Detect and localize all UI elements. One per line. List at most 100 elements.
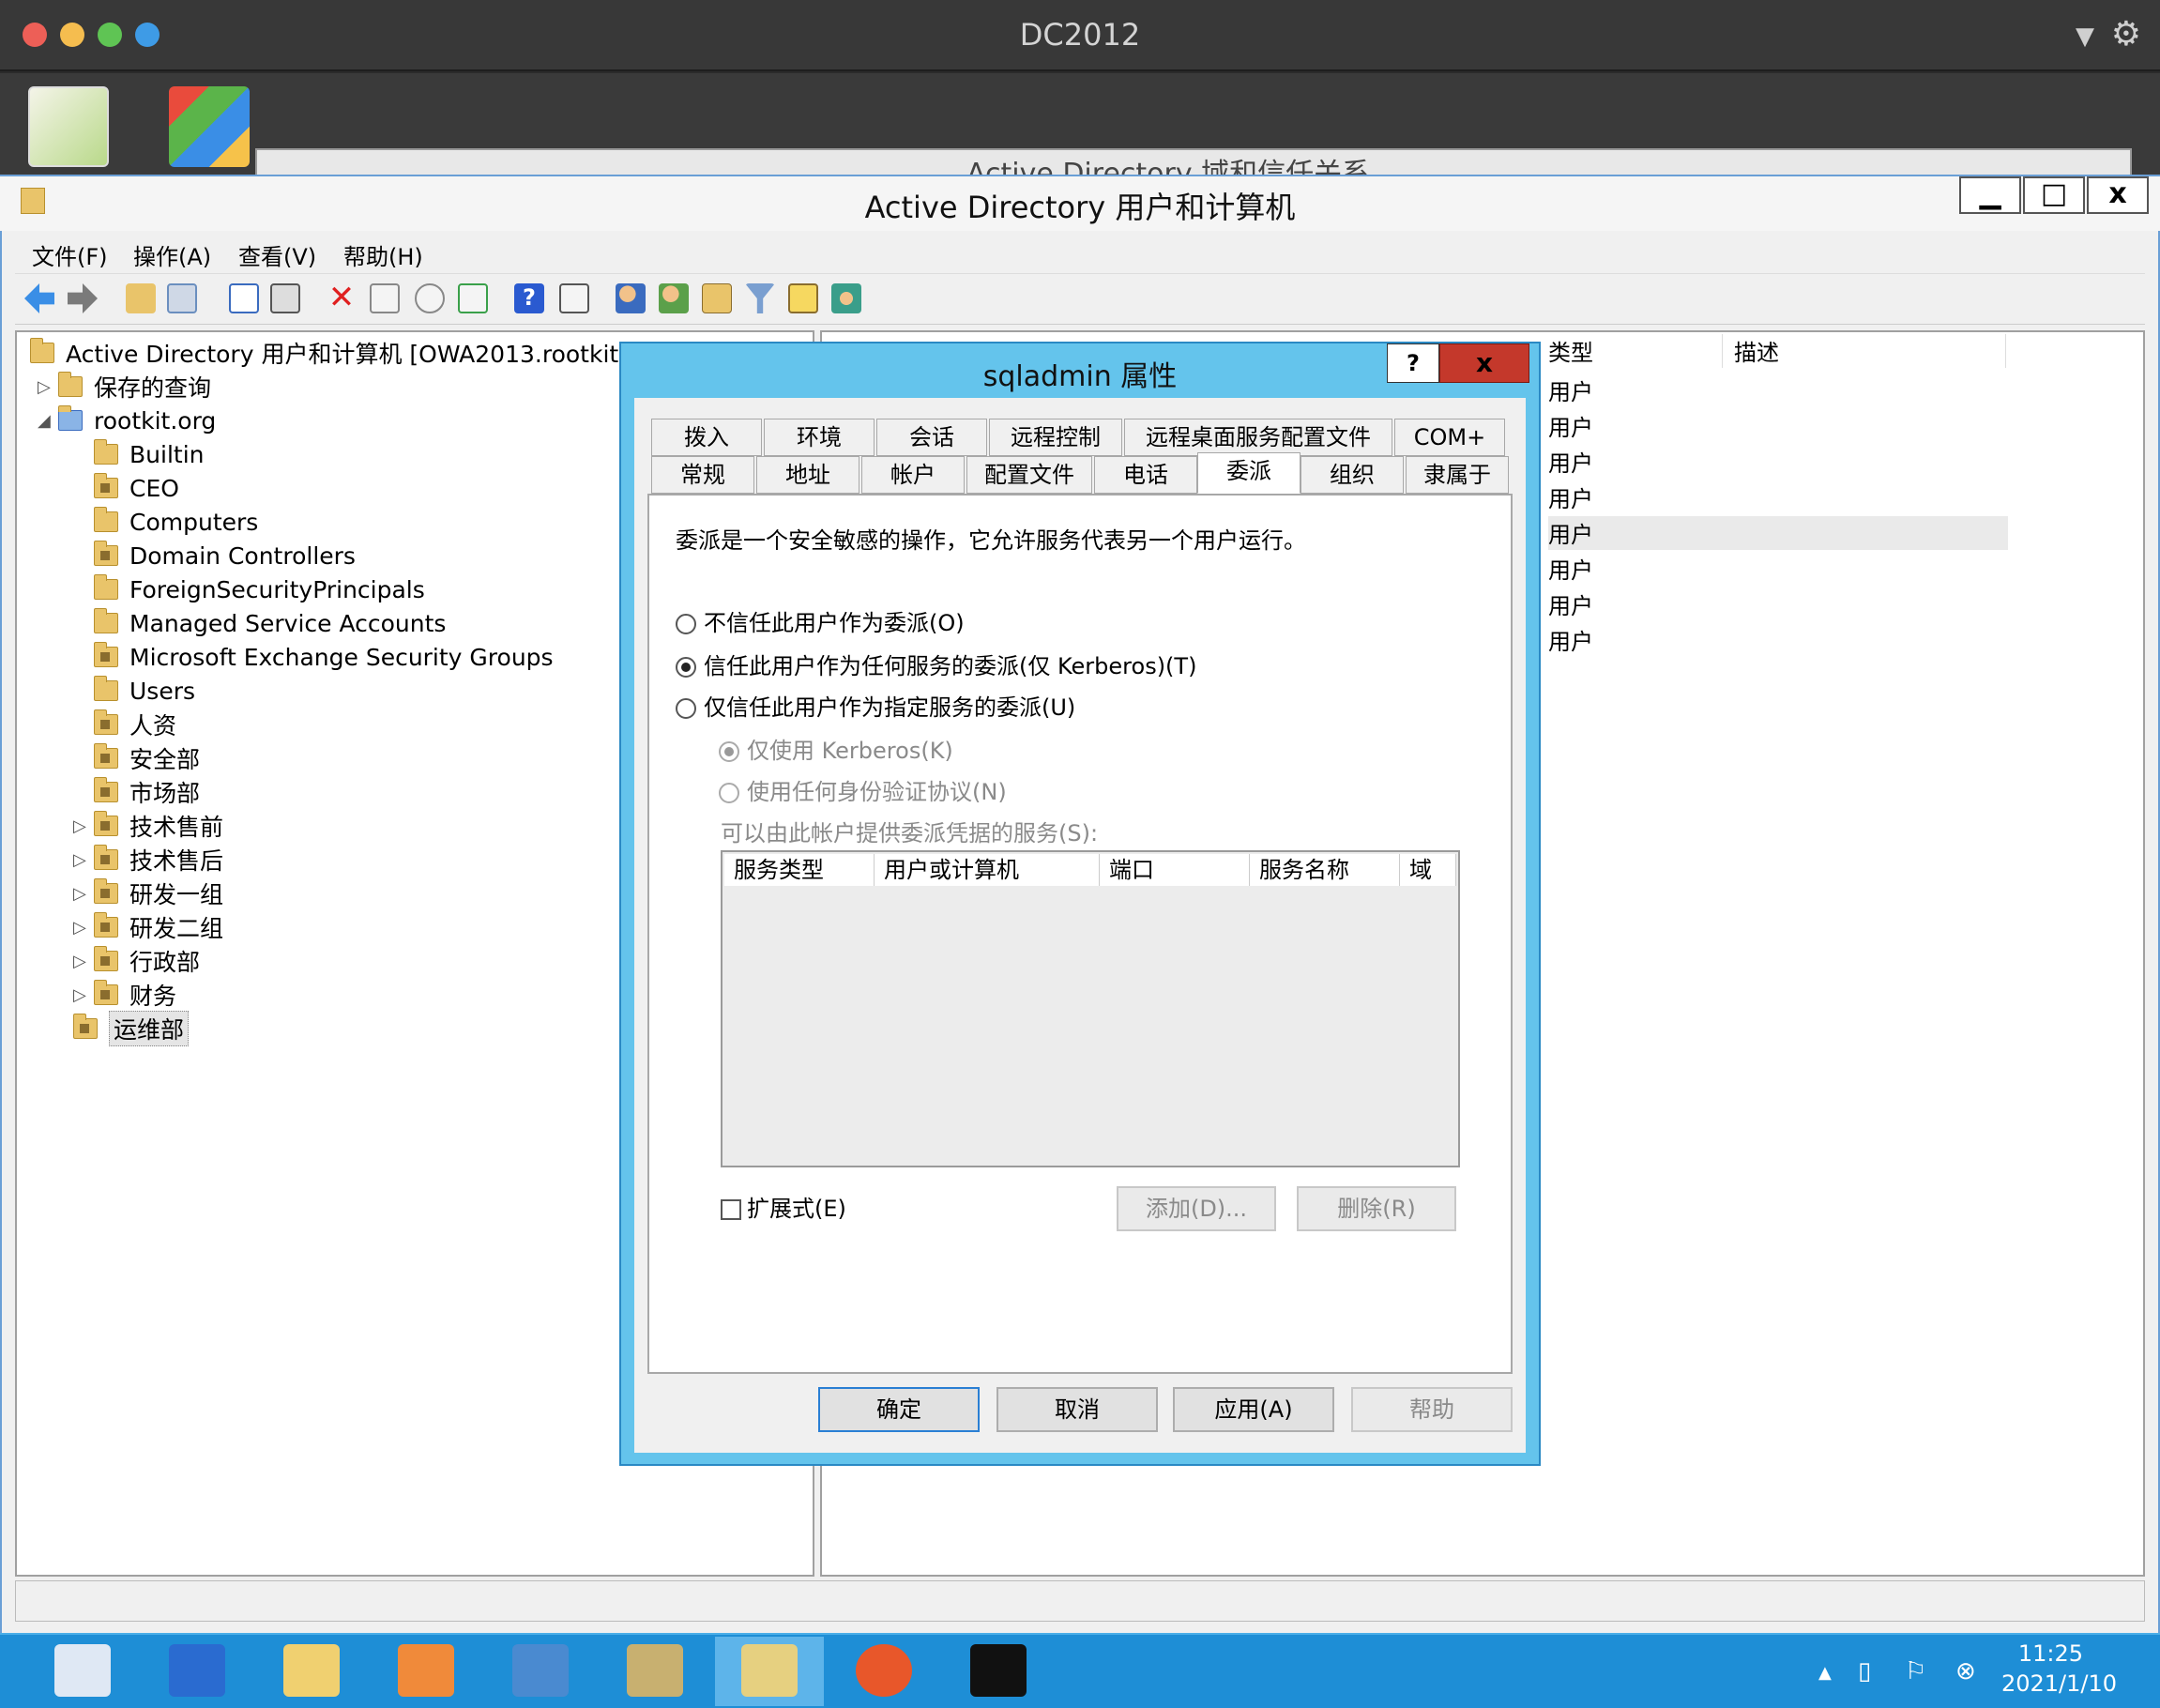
expand-icon[interactable]: ▷ <box>73 816 94 836</box>
refresh-icon[interactable] <box>415 283 445 313</box>
new-user-icon[interactable] <box>616 283 646 313</box>
expand-icon[interactable]: ▷ <box>73 918 94 938</box>
tree-root[interactable]: Active Directory 用户和计算机 [OWA2013.rootkit… <box>30 336 674 370</box>
radio-do-not-trust[interactable]: 不信任此用户作为委派(O) <box>676 604 965 637</box>
tree-item[interactable]: 人资 <box>73 708 176 741</box>
maximize-button[interactable]: □ <box>2023 176 2085 214</box>
tab-delegation[interactable]: 委派 <box>1197 452 1301 494</box>
tree-item[interactable]: Managed Service Accounts <box>73 606 446 640</box>
tree-item-selected[interactable]: 运维部 <box>73 1011 190 1046</box>
tree-item[interactable]: 市场部 <box>73 775 200 809</box>
up-folder-icon[interactable] <box>126 283 156 313</box>
column-user-or-computer[interactable]: 用户或计算机 <box>875 854 1100 886</box>
delete-icon[interactable]: ✕ <box>327 282 357 313</box>
tab-dial-in[interactable]: 拨入 <box>651 419 762 456</box>
tab-sessions[interactable]: 会话 <box>876 419 987 456</box>
tree-item[interactable]: ▷ 研发二组 <box>73 910 223 944</box>
console-icon[interactable] <box>559 283 589 313</box>
remove-service-button[interactable]: 删除(R) <box>1297 1186 1456 1231</box>
new-group-icon[interactable] <box>659 283 689 313</box>
minimize-button[interactable]: ▁ <box>1959 176 2021 214</box>
tree-item[interactable]: Users <box>73 674 195 708</box>
tree-item[interactable]: ▷ 技术售后 <box>73 843 223 877</box>
cancel-button[interactable]: 取消 <box>996 1387 1158 1432</box>
list-row[interactable]: 用户 <box>1548 587 2008 621</box>
close-button[interactable]: x <box>2087 176 2149 214</box>
dialog-close-button[interactable]: x <box>1439 343 1529 383</box>
paste-icon[interactable] <box>270 283 300 313</box>
list-row[interactable]: 用户 <box>1548 445 2008 479</box>
find-icon[interactable] <box>788 283 818 313</box>
properties-icon[interactable] <box>370 283 400 313</box>
tree-item[interactable]: Domain Controllers <box>73 539 356 572</box>
tree-item[interactable]: Computers <box>73 505 258 539</box>
expand-icon[interactable]: ▷ <box>73 985 94 1005</box>
tree-item[interactable]: ▷ 财务 <box>73 978 176 1012</box>
tab-remote-control[interactable]: 远程控制 <box>989 419 1122 456</box>
chevron-down-icon[interactable]: ▼ <box>2076 23 2094 51</box>
add-to-group-icon[interactable] <box>831 283 861 313</box>
radio-trust-any-service[interactable]: 信任此用户作为任何服务的委派(仅 Kerberos)(T) <box>676 648 1196 680</box>
ok-button[interactable]: 确定 <box>818 1387 980 1432</box>
tree-item[interactable]: CEO <box>73 471 179 505</box>
tree-item[interactable]: Microsoft Exchange Security Groups <box>73 640 554 674</box>
tab-member-of[interactable]: 隶属于 <box>1406 456 1509 494</box>
tree-item-domain[interactable]: ◢ rootkit.org <box>38 404 216 437</box>
column-service-type[interactable]: 服务类型 <box>724 854 875 886</box>
tab-rds-profile[interactable]: 远程桌面服务配置文件 <box>1124 419 1392 456</box>
list-row[interactable]: 用户 <box>1548 409 2008 443</box>
tab-telephones[interactable]: 电话 <box>1094 456 1197 494</box>
menu-view[interactable]: 查看(V) <box>238 238 316 271</box>
tab-account[interactable]: 帐户 <box>861 456 965 494</box>
list-row[interactable]: 用户 <box>1548 516 2008 550</box>
help-button[interactable]: 帮助 <box>1351 1387 1513 1432</box>
tab-address[interactable]: 地址 <box>756 456 859 494</box>
radio-trust-specified-services[interactable]: 仅信任此用户作为指定服务的委派(U) <box>676 689 1075 722</box>
tree-item[interactable]: 安全部 <box>73 741 200 775</box>
tab-general[interactable]: 常规 <box>651 456 754 494</box>
export-icon[interactable] <box>458 283 488 313</box>
notepad-plus-icon[interactable] <box>28 86 109 167</box>
menu-file[interactable]: 文件(F) <box>32 238 108 271</box>
tree-item-saved-queries[interactable]: ▷ 保存的查询 <box>38 370 211 404</box>
collapse-icon[interactable]: ◢ <box>38 411 58 431</box>
radio-kerberos-only[interactable]: 仅使用 Kerberos(K) <box>719 732 953 765</box>
clock-date[interactable]: 2021/1/10 <box>2001 1670 2117 1697</box>
new-ou-icon[interactable] <box>702 283 732 313</box>
list-row[interactable]: 用户 <box>1548 623 2008 657</box>
tree-item[interactable]: ▷ 行政部 <box>73 944 200 978</box>
tab-organization[interactable]: 组织 <box>1301 456 1404 494</box>
radio-any-protocol[interactable]: 使用任何身份验证协议(N) <box>719 773 1007 806</box>
network-icon[interactable]: ▯ <box>1858 1657 1871 1685</box>
column-service-name[interactable]: 服务名称 <box>1250 854 1400 886</box>
expand-icon[interactable]: ▷ <box>73 850 94 870</box>
clock-time[interactable]: 11:25 <box>2018 1640 2083 1667</box>
list-row[interactable]: 用户 <box>1548 374 2008 407</box>
gear-icon[interactable]: ⚙ <box>2111 15 2141 53</box>
tree-item[interactable]: ▷ 技术售前 <box>73 809 223 843</box>
help-icon[interactable]: ? <box>514 283 544 313</box>
list-row[interactable]: 用户 <box>1548 480 2008 514</box>
expand-icon[interactable]: ▷ <box>38 377 58 397</box>
column-header-description[interactable]: 描述 <box>1730 334 2006 368</box>
windows-search-icon[interactable] <box>169 86 250 167</box>
volume-muted-icon[interactable]: ⊗ <box>1955 1657 1976 1685</box>
add-service-button[interactable]: 添加(D)... <box>1117 1186 1276 1231</box>
tree-item[interactable]: Builtin <box>73 437 204 471</box>
list-row[interactable]: 用户 <box>1548 552 2008 586</box>
menu-help[interactable]: 帮助(H) <box>343 238 423 271</box>
services-list[interactable] <box>721 850 1460 1167</box>
menu-action[interactable]: 操作(A) <box>133 238 211 271</box>
column-port[interactable]: 端口 <box>1100 854 1250 886</box>
show-tree-icon[interactable] <box>167 283 197 313</box>
expand-icon[interactable]: ▷ <box>73 952 94 971</box>
tree-item[interactable]: ForeignSecurityPrincipals <box>73 572 425 606</box>
column-domain[interactable]: 域 <box>1400 854 1456 886</box>
expanded-checkbox[interactable]: 扩展式(E) <box>721 1190 846 1223</box>
tray-overflow-icon[interactable]: ▲ <box>1818 1663 1832 1683</box>
action-center-icon[interactable]: ⚐ <box>1905 1657 1926 1685</box>
dialog-help-button[interactable]: ? <box>1387 343 1439 383</box>
tab-environment[interactable]: 环境 <box>764 419 875 456</box>
apply-button[interactable]: 应用(A) <box>1173 1387 1334 1432</box>
tab-com-plus[interactable]: COM+ <box>1394 419 1505 456</box>
